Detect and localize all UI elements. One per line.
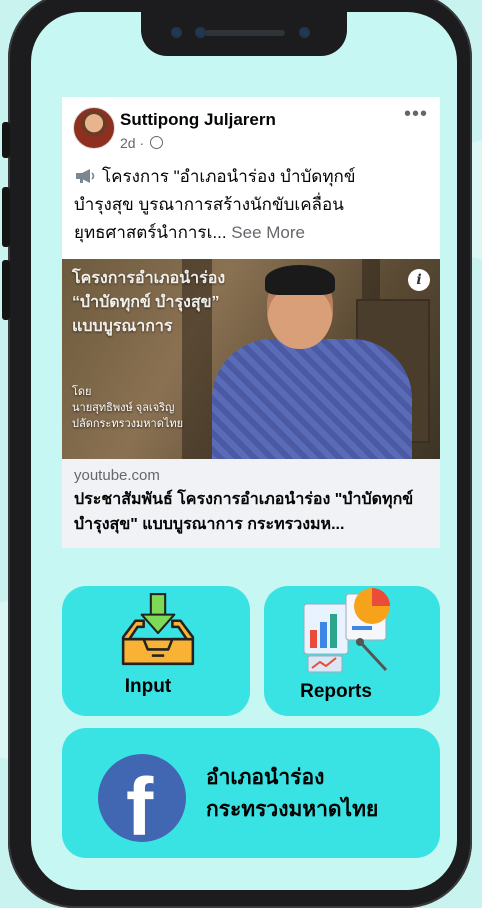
globe-icon: [150, 136, 164, 149]
facebook-f-glyph: f: [126, 762, 154, 853]
facebook-page-label-line: กระทรวงมหาดไทย: [206, 798, 379, 821]
thumbnail-title: โครงการอำเภอนำร่อง “บำบัดทุกข์ บำรุงสุข”…: [72, 267, 225, 339]
phone-volume-up-button: [2, 187, 10, 247]
megaphone-icon: [76, 169, 95, 183]
reports-button[interactable]: Reports: [264, 586, 440, 716]
phone-screen: Suttipong Juljarern 2d · ••• โครงการ "อำ…: [31, 12, 457, 890]
facebook-page-label-line: อำเภอนำร่อง: [206, 766, 325, 789]
link-domain: youtube.com: [74, 467, 160, 484]
input-button-label: Input: [124, 676, 172, 697]
facebook-page-button[interactable]: f อำเภอนำร่อง กระทรวงมหาดไทย: [62, 728, 440, 858]
credit-line: ปลัดกระทรวงมหาดไทย: [72, 418, 184, 430]
post-time[interactable]: 2d: [120, 135, 136, 151]
person-body: [212, 339, 412, 459]
post-text: โครงการ "อำเภอนำร่อง บำบัดทุกข์ บำรุงสุข…: [74, 163, 424, 247]
thumbnail-title-line: แบบบูรณาการ: [72, 318, 173, 335]
post-meta: 2d ·: [120, 135, 164, 151]
reports-chart-icon: [303, 588, 390, 673]
avatar[interactable]: [73, 107, 115, 149]
input-button[interactable]: Input: [62, 586, 250, 716]
post-text-line: ยุทธศาสตร์นำการเ...: [74, 223, 227, 242]
phone-volume-down-button: [2, 260, 10, 320]
post-author[interactable]: Suttipong Juljarern: [120, 110, 276, 130]
thumbnail-credit: โดย นายสุทธิพงษ์ จุลเจริญ ปลัดกระทรวงมหา…: [72, 384, 183, 432]
see-more-link[interactable]: See More: [231, 223, 305, 242]
facebook-page-label: อำเภอนำร่อง กระทรวงมหาดไทย: [206, 762, 378, 826]
facebook-post-card[interactable]: Suttipong Juljarern 2d · ••• โครงการ "อำ…: [62, 97, 440, 548]
info-icon[interactable]: i: [408, 269, 430, 291]
post-text-line: บำรุงสุข บูรณาการสร้างนักขับเคลื่อน: [74, 195, 344, 214]
post-text-line: โครงการ "อำเภอนำร่อง บำบัดทุกข์: [102, 167, 356, 186]
phone-notch: [141, 12, 347, 56]
credit-line: นายสุทธิพงษ์ จุลเจริญ: [72, 402, 175, 414]
thumbnail-title-line: “บำบัดทุกข์ บำรุงสุข”: [72, 294, 220, 311]
video-thumbnail[interactable]: โครงการอำเภอนำร่อง “บำบัดทุกข์ บำรุงสุข”…: [62, 259, 440, 459]
reports-button-label: Reports: [300, 681, 372, 702]
sensor-dot: [299, 27, 310, 38]
thumbnail-title-line: โครงการอำเภอนำร่อง: [72, 270, 226, 287]
speaker-grille: [205, 30, 285, 36]
credit-line: โดย: [72, 386, 92, 398]
phone-side-button: [2, 122, 10, 158]
link-preview[interactable]: youtube.com ประชาสัมพันธ์ โครงการอำเภอนำ…: [62, 459, 440, 548]
link-title[interactable]: ประชาสัมพันธ์ โครงการอำเภอนำร่อง "บำบัดท…: [74, 487, 430, 537]
inbox-download-icon: [121, 593, 195, 666]
more-options-icon[interactable]: •••: [404, 103, 428, 126]
person-hair: [265, 265, 335, 295]
sensor-dot: [171, 27, 182, 38]
